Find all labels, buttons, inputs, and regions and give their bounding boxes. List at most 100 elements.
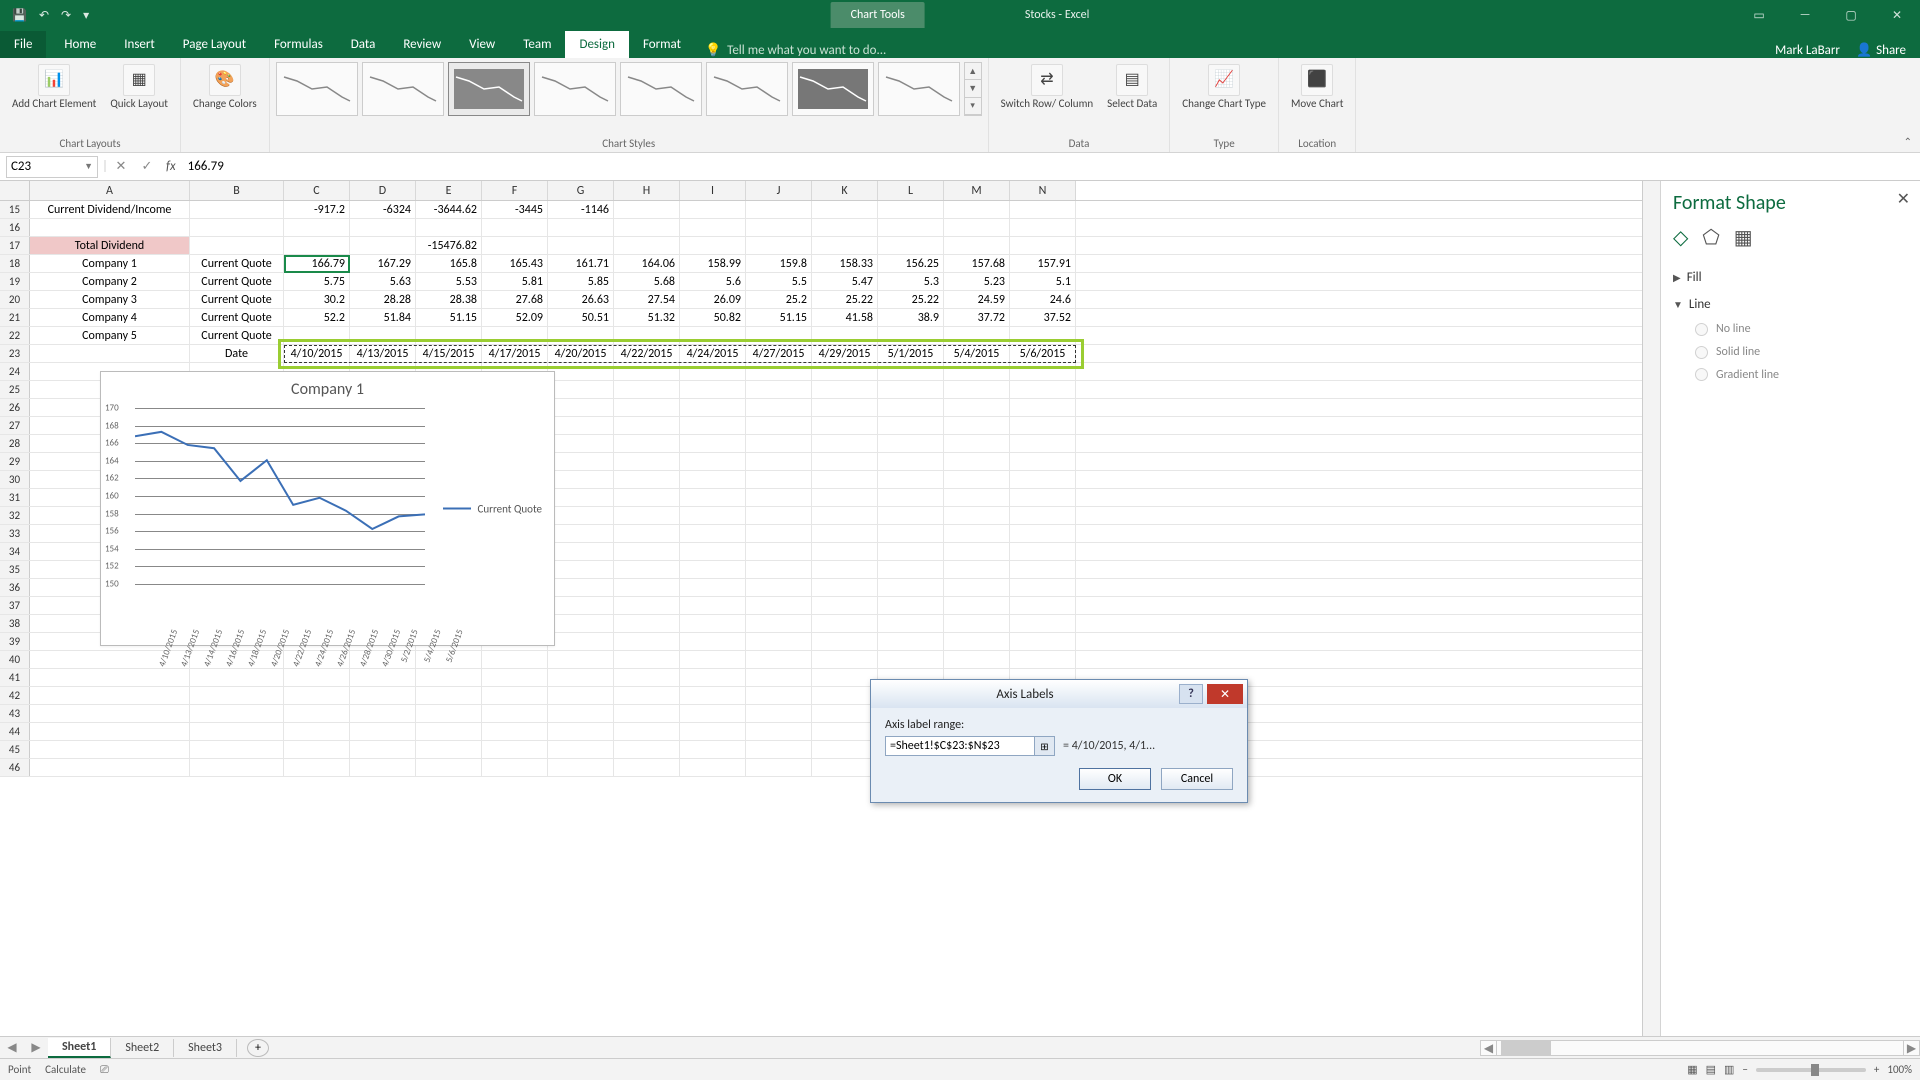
cell-F40[interactable]: [482, 651, 548, 668]
cell-H27[interactable]: [614, 417, 680, 434]
cell-J21[interactable]: 51.15: [746, 309, 812, 326]
tab-view[interactable]: View: [455, 31, 509, 58]
chart-style-8[interactable]: [878, 62, 960, 116]
cell-B18[interactable]: Current Quote: [190, 255, 284, 272]
cell-L19[interactable]: 5.3: [878, 273, 944, 290]
cell-I43[interactable]: [680, 705, 746, 722]
cell-K18[interactable]: 158.33: [812, 255, 878, 272]
cell-E44[interactable]: [416, 723, 482, 740]
fill-section[interactable]: ▶Fill: [1673, 264, 1908, 291]
cell-E45[interactable]: [416, 741, 482, 758]
cell-J20[interactable]: 25.2: [746, 291, 812, 308]
cell-M36[interactable]: [944, 579, 1010, 596]
cell-G46[interactable]: [548, 759, 614, 776]
row-header-38[interactable]: 38: [0, 615, 30, 632]
cell-N22[interactable]: [1010, 327, 1076, 344]
cell-I18[interactable]: 158.99: [680, 255, 746, 272]
zoom-level[interactable]: 100%: [1887, 1063, 1912, 1076]
cell-H29[interactable]: [614, 453, 680, 470]
cell-E43[interactable]: [416, 705, 482, 722]
cell-L22[interactable]: [878, 327, 944, 344]
row-header-32[interactable]: 32: [0, 507, 30, 524]
row-header-31[interactable]: 31: [0, 489, 30, 506]
cell-C43[interactable]: [284, 705, 350, 722]
cell-C46[interactable]: [284, 759, 350, 776]
cell-K34[interactable]: [812, 543, 878, 560]
cell-G32[interactable]: [548, 507, 614, 524]
cell-L23[interactable]: 5/1/2015: [878, 345, 944, 362]
chart-style-1[interactable]: [276, 62, 358, 116]
cell-B19[interactable]: Current Quote: [190, 273, 284, 290]
cancel-formula-icon[interactable]: ✕: [108, 159, 134, 174]
cell-H25[interactable]: [614, 381, 680, 398]
cell-C17[interactable]: [284, 237, 350, 254]
cell-L34[interactable]: [878, 543, 944, 560]
change-colors-button[interactable]: 🎨 Change Colors: [187, 62, 263, 112]
cell-C22[interactable]: [284, 327, 350, 344]
dialog-help-button[interactable]: ?: [1179, 684, 1203, 704]
tab-page-layout[interactable]: Page Layout: [169, 31, 260, 58]
cell-E17[interactable]: -15476.82: [416, 237, 482, 254]
sheet-tab-1[interactable]: Sheet1: [48, 1038, 111, 1058]
cell-A22[interactable]: Company 5: [30, 327, 190, 344]
cell-M39[interactable]: [944, 633, 1010, 650]
cell-J35[interactable]: [746, 561, 812, 578]
cell-M32[interactable]: [944, 507, 1010, 524]
cell-I29[interactable]: [680, 453, 746, 470]
sheet-tab-3[interactable]: Sheet3: [174, 1039, 237, 1057]
cell-M40[interactable]: [944, 651, 1010, 668]
add-chart-element-button[interactable]: 📊 Add Chart Element: [6, 62, 102, 112]
cell-G41[interactable]: [548, 669, 614, 686]
cell-B46[interactable]: [190, 759, 284, 776]
cell-F46[interactable]: [482, 759, 548, 776]
cell-D45[interactable]: [350, 741, 416, 758]
close-button[interactable]: ✕: [1874, 0, 1920, 30]
qat-more-icon[interactable]: ▾: [83, 8, 89, 23]
cell-J18[interactable]: 159.8: [746, 255, 812, 272]
cell-F42[interactable]: [482, 687, 548, 704]
chart-style-3[interactable]: [448, 62, 530, 116]
cell-K29[interactable]: [812, 453, 878, 470]
cell-J34[interactable]: [746, 543, 812, 560]
solid-line-radio[interactable]: Solid line: [1673, 341, 1908, 364]
cell-D17[interactable]: [350, 237, 416, 254]
cell-G29[interactable]: [548, 453, 614, 470]
cell-N30[interactable]: [1010, 471, 1076, 488]
cell-D22[interactable]: [350, 327, 416, 344]
cell-B22[interactable]: Current Quote: [190, 327, 284, 344]
cell-G30[interactable]: [548, 471, 614, 488]
cell-E16[interactable]: [416, 219, 482, 236]
range-picker-icon[interactable]: ⊞: [1034, 737, 1054, 755]
col-F[interactable]: F: [482, 181, 548, 200]
cell-M16[interactable]: [944, 219, 1010, 236]
cell-C16[interactable]: [284, 219, 350, 236]
cell-G21[interactable]: 50.51: [548, 309, 614, 326]
cell-K33[interactable]: [812, 525, 878, 542]
collapse-ribbon-icon[interactable]: ⌃: [1904, 135, 1912, 148]
cell-N20[interactable]: 24.6: [1010, 291, 1076, 308]
cell-J15[interactable]: [746, 201, 812, 218]
cell-H40[interactable]: [614, 651, 680, 668]
row-header-46[interactable]: 46: [0, 759, 30, 776]
cell-I46[interactable]: [680, 759, 746, 776]
row-header-20[interactable]: 20: [0, 291, 30, 308]
cell-G44[interactable]: [548, 723, 614, 740]
cell-J46[interactable]: [746, 759, 812, 776]
cell-L27[interactable]: [878, 417, 944, 434]
cell-L15[interactable]: [878, 201, 944, 218]
cell-I20[interactable]: 26.09: [680, 291, 746, 308]
cell-E41[interactable]: [416, 669, 482, 686]
cell-F45[interactable]: [482, 741, 548, 758]
cell-G25[interactable]: [548, 381, 614, 398]
cell-C23[interactable]: 4/10/2015: [284, 345, 350, 362]
cell-H30[interactable]: [614, 471, 680, 488]
cell-F17[interactable]: [482, 237, 548, 254]
cell-H18[interactable]: 164.06: [614, 255, 680, 272]
cell-F43[interactable]: [482, 705, 548, 722]
tab-file[interactable]: File: [0, 31, 46, 58]
cell-N24[interactable]: [1010, 363, 1076, 380]
cell-J44[interactable]: [746, 723, 812, 740]
cell-N28[interactable]: [1010, 435, 1076, 452]
cell-H42[interactable]: [614, 687, 680, 704]
tab-nav-prev[interactable]: ◀: [0, 1040, 24, 1055]
